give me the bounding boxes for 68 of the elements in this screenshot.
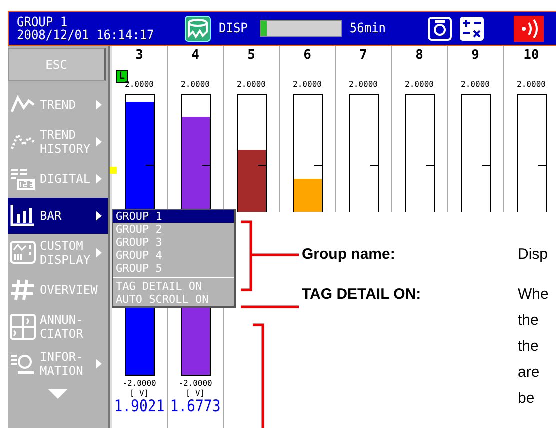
annotation-text: Disp: [518, 245, 548, 265]
channel-number: 9: [472, 47, 480, 64]
menu-item[interactable]: DIGITAL: [8, 161, 108, 197]
menu-item[interactable]: TREND: [8, 87, 108, 123]
submenu-arrow-icon: [96, 248, 102, 258]
menu-item[interactable]: GROUP 5: [113, 262, 234, 275]
annotation-term: TAG DETAIL ON:: [302, 286, 422, 305]
remaining-time: 56min: [350, 21, 386, 36]
camera-icon: [428, 16, 452, 40]
menu-item[interactable]: GROUP 3: [113, 236, 234, 249]
mode-label: DISP: [219, 21, 248, 36]
submenu-arrow-icon: [96, 174, 102, 184]
measured-value: 1.9021: [114, 398, 165, 416]
submenu-arrow-icon: [96, 359, 102, 369]
submenu-arrow-icon: [96, 137, 102, 147]
annotation-term: Group name:: [302, 246, 396, 265]
channel-number: 5: [248, 47, 256, 64]
span-upper: 2.0000: [293, 80, 322, 90]
channel-number: 7: [360, 47, 368, 64]
scroll-down-icon: [48, 389, 68, 401]
span-upper: 2.0000: [405, 80, 434, 90]
annotation-text: Whe: [518, 285, 549, 305]
submenu-arrow-icon: [96, 100, 102, 110]
submenu-arrow-icon: [96, 211, 102, 221]
channel-number: 4: [192, 47, 200, 64]
channel-number: 8: [416, 47, 424, 64]
alarm-sound-icon: [514, 16, 544, 42]
annotation-text: the: [518, 311, 540, 331]
menu-item[interactable]: CUSTOM DISPLAY: [8, 235, 108, 271]
measured-value: 1.6773: [170, 398, 221, 416]
span-upper: 2.0000: [237, 80, 266, 90]
digits-icon: [10, 166, 36, 192]
date-time: 2008/12/01 16:14:17: [17, 28, 156, 42]
bar-chart-icon: [10, 203, 36, 229]
span-upper: 2.0000: [517, 80, 546, 90]
alarm-badge: L: [116, 70, 128, 83]
span-upper: 2.0000: [349, 80, 378, 90]
menu-item[interactable]: INFOR- MATION: [8, 346, 108, 382]
channel-number: 3: [136, 47, 144, 64]
unit-label: [ V]: [186, 389, 206, 399]
menu-item[interactable]: ANNUN- CIATOR: [8, 309, 108, 345]
span-upper: 2.0000: [181, 80, 210, 90]
menu-item[interactable]: BAR: [8, 198, 108, 234]
menu-item[interactable]: TAG DETAIL ON: [113, 280, 234, 293]
span-lower: -2.0000: [122, 379, 156, 389]
custom-display-icon: [10, 240, 36, 266]
menu-item[interactable]: AUTO SCROLL ON: [113, 293, 234, 306]
span-upper: 2.0000: [461, 80, 490, 90]
esc-button[interactable]: ESC: [8, 48, 106, 81]
unit-label: [ V]: [130, 389, 150, 399]
scale-marker: [110, 167, 117, 174]
menu-item[interactable]: GROUP 2: [113, 223, 234, 236]
channel-number: 6: [304, 47, 312, 64]
span-lower: -2.0000: [178, 379, 212, 389]
channel-number: 10: [524, 47, 540, 64]
drum-icon: [185, 16, 211, 42]
annunciator-icon: [10, 314, 36, 340]
group-name: GROUP 1: [17, 14, 69, 30]
span-upper: 2.0000: [125, 80, 154, 90]
menu-item[interactable]: TREND HISTORY: [8, 124, 108, 160]
menu-item[interactable]: OVERVIEW: [8, 272, 108, 308]
menu-item[interactable]: GROUP 4: [113, 249, 234, 262]
annotation-text: are: [518, 363, 541, 383]
annotation-text: be: [518, 389, 536, 409]
menu-item[interactable]: GROUP 1: [113, 210, 234, 223]
annotation-text: the: [518, 337, 540, 357]
calculator-icon: [460, 16, 484, 40]
hash-icon: [10, 277, 36, 303]
